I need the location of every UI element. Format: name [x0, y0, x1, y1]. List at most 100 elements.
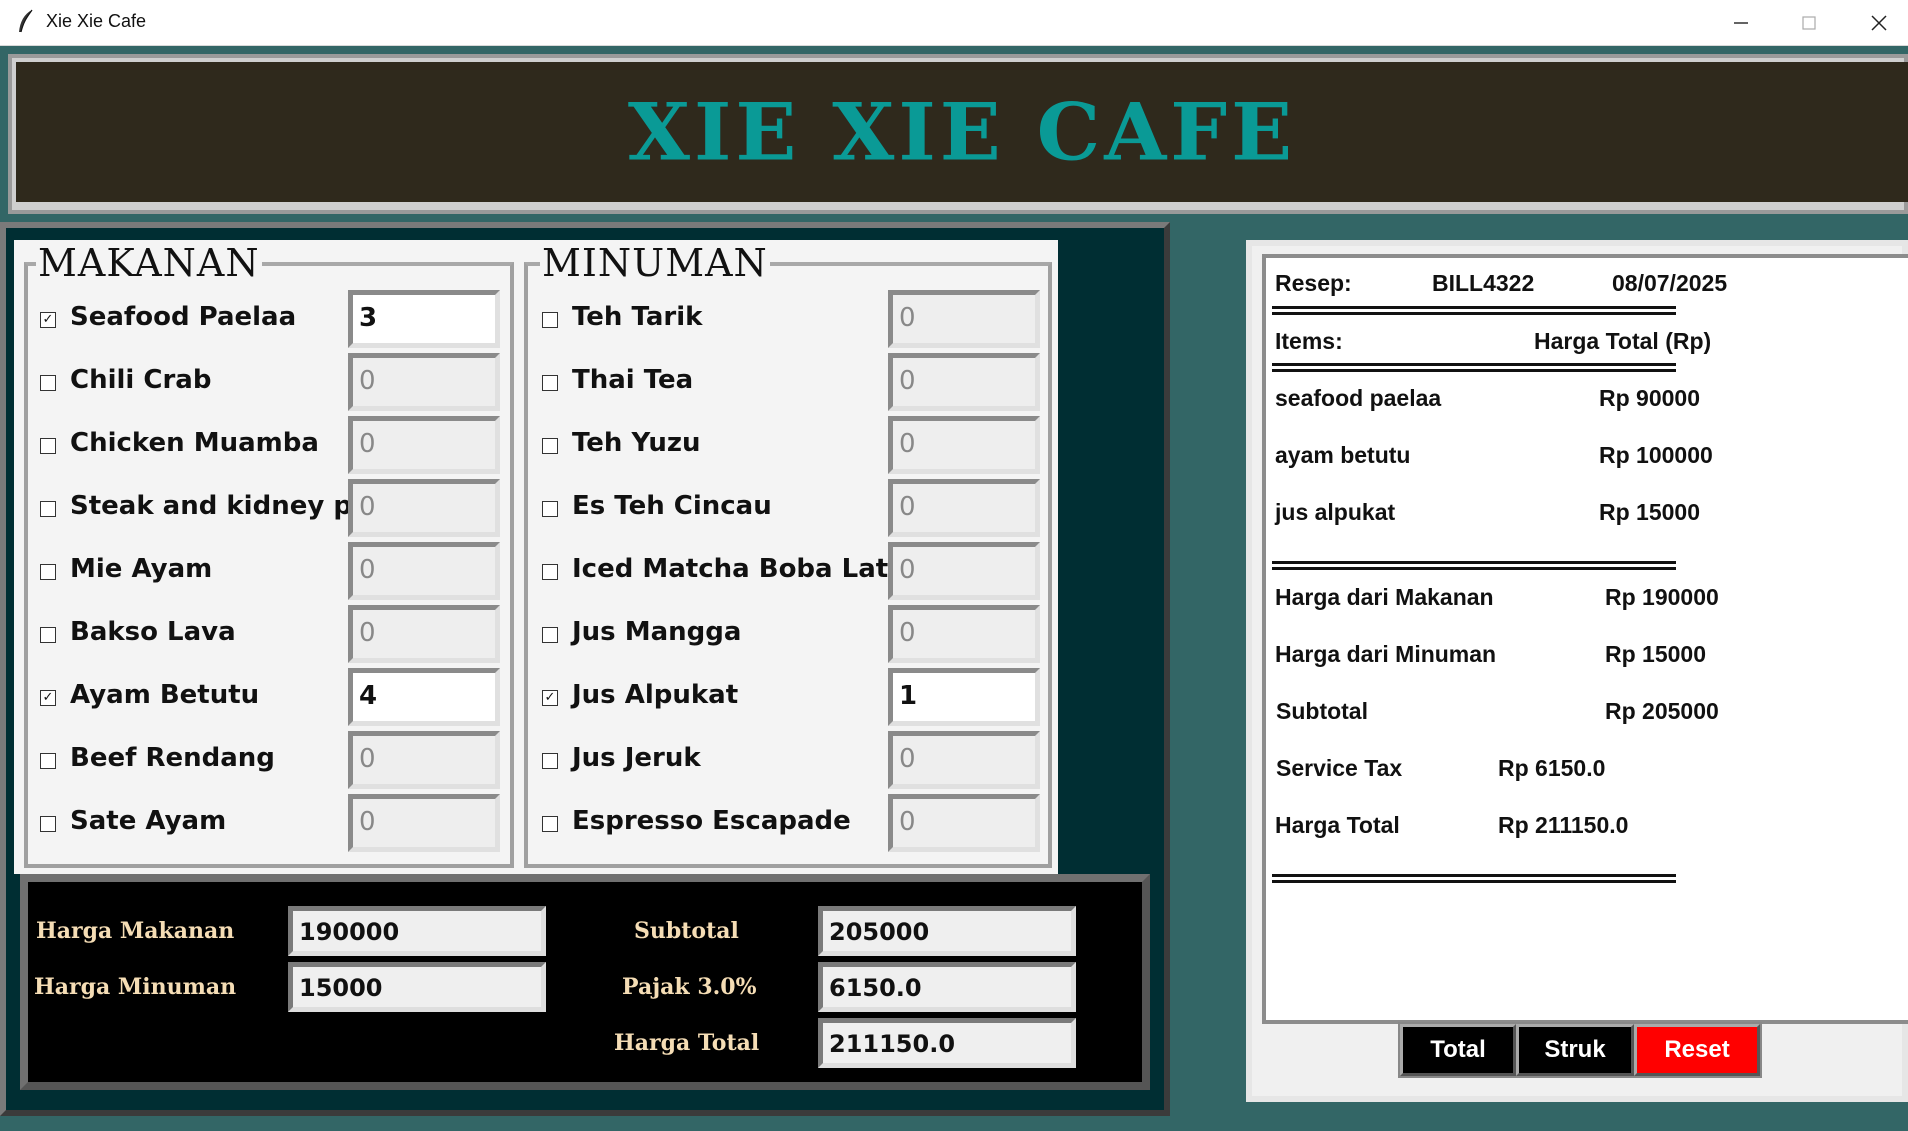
banner-title: XIE XIE CAFE — [627, 85, 1297, 179]
makanan-qty-field[interactable]: 0 — [348, 542, 500, 600]
minimize-icon — [1734, 22, 1748, 24]
struk-button[interactable]: Struk — [1516, 1024, 1634, 1076]
minuman-qty-field[interactable]: 0 — [888, 731, 1040, 789]
harga-makanan-label: Harga Makanan — [36, 918, 235, 944]
makanan-checkbox[interactable] — [40, 816, 56, 832]
makanan-qty-field[interactable]: 0 — [348, 731, 500, 789]
subtotal-field[interactable]: 205000 — [818, 906, 1076, 956]
makanan-checkbox[interactable] — [40, 564, 56, 580]
makanan-item-label[interactable]: Steak and kidney pie — [70, 491, 379, 521]
receipt-line-price: Rp 15000 — [1599, 499, 1701, 525]
minuman-item-label[interactable]: Espresso Escapade — [572, 806, 851, 836]
feather-icon — [14, 8, 38, 36]
makanan-qty-field[interactable]: 0 — [348, 605, 500, 663]
minuman-qty-field[interactable]: 0 — [888, 479, 1040, 537]
minuman-checkbox[interactable] — [542, 564, 558, 580]
pajak-field[interactable]: 6150.0 — [818, 962, 1076, 1012]
makanan-checkbox[interactable] — [40, 753, 56, 769]
makanan-item-label[interactable]: Bakso Lava — [70, 617, 236, 647]
makanan-qty-field[interactable]: 0 — [348, 353, 500, 411]
makanan-item-label[interactable]: Chili Crab — [70, 365, 211, 395]
receipt-line-price: Rp 100000 — [1599, 442, 1713, 468]
total-button[interactable]: Total — [1400, 1024, 1516, 1076]
makanan-item-label[interactable]: Chicken Muamba — [70, 428, 319, 458]
receipt-summary-value: Rp 190000 — [1605, 584, 1719, 610]
makanan-checkbox[interactable] — [40, 627, 56, 643]
minuman-qty-field[interactable]: 0 — [888, 353, 1040, 411]
minuman-qty-field[interactable]: 1 — [888, 668, 1040, 726]
minuman-label: MINUMAN — [540, 241, 770, 285]
window-title: Xie Xie Cafe — [46, 11, 147, 31]
minuman-item-label[interactable]: Iced Matcha Boba Latte — [572, 554, 918, 584]
harga-total-field[interactable]: 211150.0 — [818, 1018, 1076, 1068]
receipt-items-label: Items: — [1275, 328, 1343, 354]
makanan-qty-field[interactable]: 4 — [348, 668, 500, 726]
minimize-button[interactable] — [1706, 0, 1776, 46]
makanan-item-label[interactable]: Mie Ayam — [70, 554, 212, 584]
receipt-summary-value: Rp 15000 — [1605, 641, 1707, 667]
minuman-qty-field[interactable]: 0 — [888, 542, 1040, 600]
minuman-item-label[interactable]: Thai Tea — [572, 365, 693, 395]
minuman-qty-field[interactable]: 0 — [888, 794, 1040, 852]
minuman-item-label[interactable]: Es Teh Cincau — [572, 491, 772, 521]
minuman-item-label[interactable]: Jus Jeruk — [572, 743, 701, 773]
minuman-item-label[interactable]: Jus Alpukat — [572, 680, 738, 710]
minuman-qty-field[interactable]: 0 — [888, 605, 1040, 663]
makanan-checkbox[interactable]: ✓ — [40, 312, 56, 328]
minuman-checkbox[interactable] — [542, 312, 558, 328]
makanan-checkbox[interactable] — [40, 501, 56, 517]
receipt-separator — [1272, 306, 1676, 318]
maximize-button[interactable] — [1774, 0, 1844, 46]
receipt-harga-total-header: Harga Total (Rp) — [1534, 328, 1712, 354]
minuman-item-label[interactable]: Teh Yuzu — [572, 428, 701, 458]
makanan-label: MAKANAN — [36, 241, 262, 285]
receipt-summary-label: Harga dari Minuman — [1275, 641, 1497, 667]
minuman-checkbox[interactable]: ✓ — [542, 690, 558, 706]
makanan-item-label[interactable]: Seafood Paelaa — [70, 302, 296, 332]
minuman-qty-field[interactable]: 0 — [888, 290, 1040, 348]
receipt-separator — [1272, 363, 1676, 375]
minuman-checkbox[interactable] — [542, 753, 558, 769]
receipt-summary-label: Service Tax — [1276, 755, 1403, 781]
receipt-line-item: seafood paelaa — [1275, 385, 1442, 411]
minuman-qty-field[interactable]: 0 — [888, 416, 1040, 474]
harga-minuman-field[interactable]: 15000 — [288, 962, 546, 1012]
minuman-checkbox[interactable] — [542, 816, 558, 832]
subtotal-label: Subtotal — [634, 918, 739, 944]
receipt-summary-label: Harga dari Makanan — [1275, 584, 1494, 610]
minuman-checkbox[interactable] — [542, 627, 558, 643]
makanan-item-label[interactable]: Sate Ayam — [70, 806, 226, 836]
minuman-checkbox[interactable] — [542, 501, 558, 517]
receipt-summary-label: Harga Total — [1275, 812, 1400, 838]
receipt-separator — [1272, 874, 1676, 886]
minuman-item-label[interactable]: Jus Mangga — [572, 617, 741, 647]
pajak-label: Pajak 3.0% — [622, 974, 757, 1000]
harga-makanan-field[interactable]: 190000 — [288, 906, 546, 956]
harga-minuman-label: Harga Minuman — [34, 974, 237, 1000]
minuman-checkbox[interactable] — [542, 438, 558, 454]
close-button[interactable] — [1844, 0, 1908, 46]
makanan-checkbox[interactable] — [40, 438, 56, 454]
makanan-item-label[interactable]: Ayam Betutu — [70, 680, 259, 710]
receipt-line-price: Rp 90000 — [1599, 385, 1701, 411]
makanan-qty-field[interactable]: 0 — [348, 416, 500, 474]
makanan-qty-field[interactable]: 0 — [348, 794, 500, 852]
receipt-summary-value: Rp 6150.0 — [1498, 755, 1606, 781]
minuman-item-label[interactable]: Teh Tarik — [572, 302, 702, 332]
makanan-item-label[interactable]: Beef Rendang — [70, 743, 275, 773]
receipt-textarea[interactable]: Resep: BILL4322 08/07/2025 Items: Harga … — [1272, 266, 1902, 1016]
receipt-separator — [1272, 561, 1676, 573]
reset-button[interactable]: Reset — [1634, 1024, 1760, 1076]
makanan-checkbox[interactable] — [40, 375, 56, 391]
close-icon — [1871, 15, 1887, 31]
makanan-checkbox[interactable]: ✓ — [40, 690, 56, 706]
window-titlebar — [0, 0, 1908, 46]
banner: XIE XIE CAFE — [16, 62, 1908, 202]
minuman-checkbox[interactable] — [542, 375, 558, 391]
receipt-summary-value: Rp 211150.0 — [1498, 812, 1629, 838]
makanan-qty-field[interactable]: 3 — [348, 290, 500, 348]
receipt-summary-label: Subtotal — [1276, 698, 1368, 724]
makanan-qty-field[interactable]: 0 — [348, 479, 500, 537]
receipt-line-item: jus alpukat — [1275, 499, 1396, 525]
receipt-line-item: ayam betutu — [1275, 442, 1411, 468]
